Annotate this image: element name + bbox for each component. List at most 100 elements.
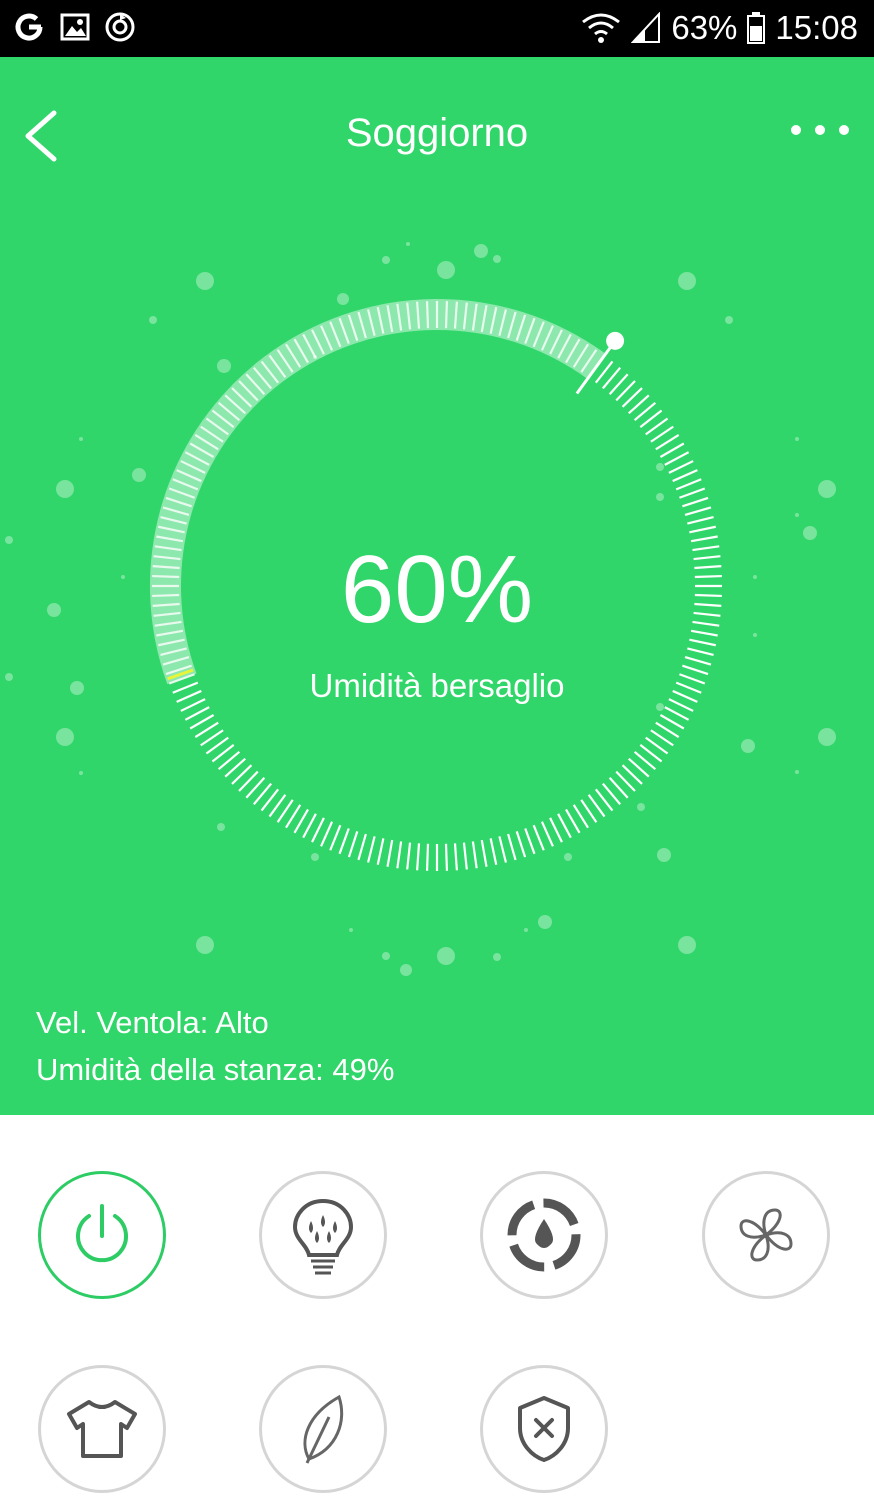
humidity-panel: Soggiorno 60% Umidità bersaglio Vel. Ven… — [0, 57, 874, 1115]
dial-tick — [425, 843, 430, 871]
bubble-decoration — [795, 513, 799, 517]
bubble-decoration — [217, 359, 231, 373]
status-bar-right: 63% 15:08 — [581, 8, 858, 48]
dial-tick — [444, 301, 449, 329]
bubble-decoration — [217, 823, 225, 831]
bubble-decoration — [56, 480, 74, 498]
bubble-decoration — [382, 952, 390, 960]
sync-icon — [105, 12, 135, 42]
shirt-icon — [67, 1400, 137, 1458]
dial-tick — [416, 843, 421, 871]
bubble-decoration — [678, 936, 696, 954]
bubble-decoration — [657, 848, 671, 862]
dial-tick — [480, 839, 488, 867]
bubble-decoration — [795, 770, 799, 774]
auto-humidity-button[interactable] — [480, 1171, 608, 1299]
dial-tick — [689, 525, 717, 534]
dial-tick — [684, 656, 712, 666]
dial-tick — [396, 841, 403, 869]
dial-tick — [675, 478, 702, 491]
gallery-icon — [60, 13, 90, 41]
signal-icon — [631, 12, 661, 43]
bubble-decoration — [337, 293, 349, 305]
bubble-decoration — [382, 256, 390, 264]
dial-tick — [668, 460, 694, 474]
bubble-decoration — [656, 493, 664, 501]
bubble-decoration — [349, 928, 353, 932]
clock: 15:08 — [775, 9, 858, 46]
dial-tick — [462, 842, 468, 870]
page-title: Soggiorno — [345, 111, 529, 155]
dial-tick — [357, 833, 367, 861]
dial-tick — [687, 515, 714, 525]
dial-tick — [311, 817, 325, 843]
bubble-decoration — [79, 437, 83, 441]
bubble-decoration — [493, 255, 501, 263]
dial-tick — [444, 843, 449, 871]
dial-tick — [679, 487, 706, 499]
bubble-decoration — [741, 739, 755, 753]
fan-icon — [739, 1208, 793, 1262]
shield-x-icon — [518, 1396, 570, 1462]
dial-tick — [189, 714, 215, 730]
dial-tick — [498, 836, 508, 863]
dial-tick — [386, 839, 394, 867]
bubble-decoration — [56, 728, 74, 746]
battery-percent: 63% — [671, 9, 738, 46]
bubble-decoration — [818, 480, 836, 498]
dial-tick — [664, 451, 690, 466]
fan-speed-text: Vel. Ventola: Alto — [36, 1005, 269, 1040]
dial-tick — [338, 828, 350, 855]
bubble-decoration — [313, 355, 317, 359]
dial-tick — [515, 831, 527, 858]
clothes-mode-button[interactable] — [38, 1365, 166, 1493]
bubble-decoration — [795, 437, 799, 441]
battery-icon — [747, 12, 766, 44]
dial-handle-knob[interactable] — [606, 331, 625, 350]
leaf-icon — [303, 1394, 344, 1464]
child-lock-button[interactable] — [480, 1365, 608, 1493]
dial-tick — [453, 843, 458, 871]
status-bar: 63% 15:08 — [0, 0, 874, 57]
power-icon — [76, 1204, 128, 1263]
dial-tick — [659, 442, 685, 458]
bubble-decoration — [196, 272, 214, 290]
bubble-decoration — [79, 771, 83, 775]
dial-tick — [425, 301, 430, 329]
dial-tick — [347, 831, 359, 858]
dial-tick — [664, 706, 690, 721]
dial-tick — [489, 838, 498, 866]
bubble-decoration — [437, 947, 455, 965]
dial-tick — [659, 714, 685, 730]
bubble-decoration — [493, 953, 501, 961]
dial-tick — [557, 813, 572, 839]
bubble-decoration — [400, 964, 412, 976]
power-button[interactable] — [38, 1171, 166, 1299]
bubble-decoration — [818, 728, 836, 746]
dial-tick — [524, 828, 536, 855]
dial-tick — [366, 836, 376, 863]
target-humidity-value: 60% — [340, 536, 534, 643]
bubble-decoration — [474, 244, 488, 258]
dial-tick — [682, 496, 709, 508]
light-button[interactable] — [259, 1171, 387, 1299]
dial-tick — [184, 706, 210, 721]
dial-tick — [549, 817, 563, 843]
wifi-icon — [582, 13, 621, 43]
dial-tick — [471, 841, 478, 869]
bubble-decoration — [564, 853, 572, 861]
dial-tick — [376, 838, 385, 866]
dial-tick — [565, 808, 581, 834]
google-icon — [15, 13, 43, 41]
dial-tick — [687, 647, 714, 657]
dial-tick — [302, 813, 317, 839]
dial-tick — [507, 833, 517, 861]
bubble-decoration — [149, 316, 157, 324]
bubble-decoration — [725, 316, 733, 324]
eco-mode-button[interactable] — [259, 1365, 387, 1493]
drop-cycle-icon — [507, 1198, 581, 1272]
fan-button[interactable] — [702, 1171, 830, 1299]
status-bar-left — [12, 10, 136, 44]
bubble-decoration — [406, 242, 410, 246]
more-dots-icon[interactable] — [788, 117, 852, 143]
